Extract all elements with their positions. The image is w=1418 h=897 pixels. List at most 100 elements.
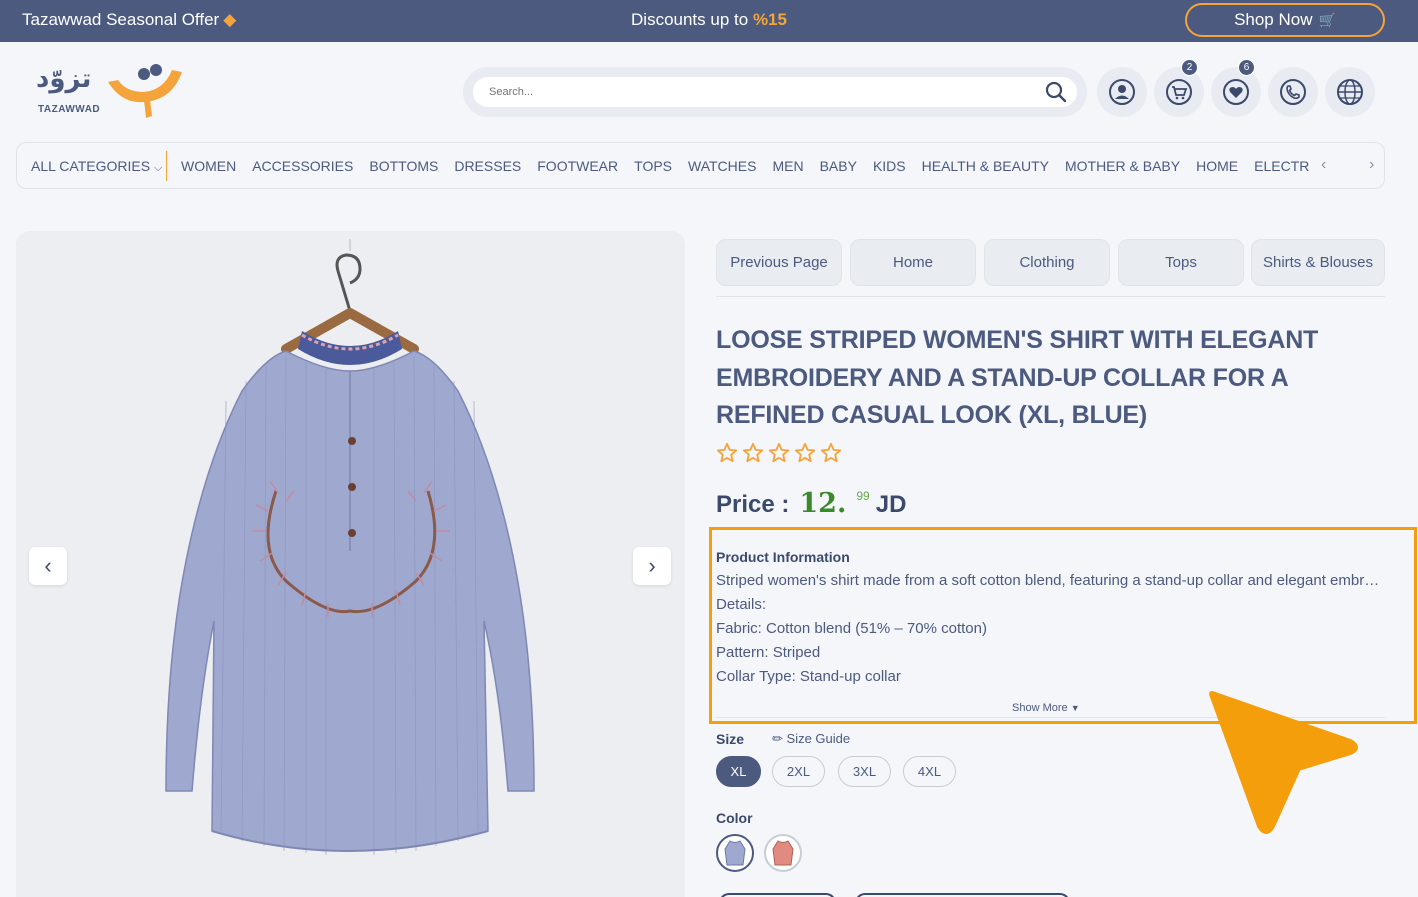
product-image-card <box>16 231 685 897</box>
cart-icon: 🛒 <box>1318 11 1336 28</box>
crumb-label: Tops <box>1165 254 1197 271</box>
color-label: Color <box>716 810 753 826</box>
chevron-down-icon: ⌵ <box>153 162 163 174</box>
category-item[interactable]: MEN <box>772 158 803 174</box>
offer-text: Tazawwad Seasonal Offer <box>22 10 220 29</box>
crumb-shirts-blouses[interactable]: Shirts & Blouses <box>1251 239 1385 286</box>
crumb-label: Clothing <box>1019 254 1075 271</box>
logo[interactable]: تزوّد TAZAWWAD <box>36 62 186 122</box>
info-line: Details: <box>716 596 767 613</box>
category-item[interactable]: BABY <box>820 158 857 174</box>
wishlist-count-badge: 6 <box>1238 59 1255 76</box>
star-icon[interactable] <box>768 442 790 464</box>
chevron-right-icon: › <box>648 553 656 578</box>
category-list: WOMEN ACCESSORIES BOTTOMS DRESSES FOOTWEAR TO… <box>181 158 1309 174</box>
category-divider <box>166 151 167 181</box>
ruler-icon: ✏ <box>772 731 783 746</box>
info-line: Pattern: Striped <box>716 644 821 661</box>
crumb-tops[interactable]: Tops <box>1118 239 1244 286</box>
category-item[interactable]: KIDS <box>873 158 906 174</box>
chevron-left-icon[interactable]: ‹ <box>1321 156 1326 174</box>
discount-value: %15 <box>752 10 787 29</box>
crumb-home[interactable]: Home <box>850 239 976 286</box>
divider <box>716 296 1385 297</box>
size-option-label: XL <box>730 764 747 779</box>
crumb-label: Shirts & Blouses <box>1262 254 1374 271</box>
search-icon[interactable] <box>1044 80 1068 104</box>
size-option-3xl[interactable]: 3XL <box>838 756 891 787</box>
all-categories-label: ALL CATEGORIES <box>31 158 151 174</box>
all-categories-dropdown[interactable]: ALL CATEGORIES ⌵ <box>31 158 162 175</box>
size-label: Size <box>716 731 745 747</box>
info-line: Fabric: Cotton blend (51% – 70% cotton) <box>716 620 987 637</box>
size-option-2xl[interactable]: 2XL <box>772 756 825 787</box>
pointer-cursor-icon <box>1209 691 1358 834</box>
size-guide-link[interactable]: ✏ Size Guide <box>772 731 850 747</box>
category-item[interactable]: TOPS <box>634 158 672 174</box>
product-info-title: Product Information <box>716 549 850 565</box>
product-image[interactable] <box>16 231 685 897</box>
category-item[interactable]: BOTTOMS <box>369 158 438 174</box>
user-icon <box>1109 79 1135 105</box>
shop-now-label: Shop Now <box>1234 10 1313 29</box>
size-option-label: 4XL <box>917 764 942 779</box>
contact-button[interactable] <box>1268 67 1318 117</box>
price-integer: 12. <box>799 488 847 519</box>
star-icon[interactable] <box>794 442 816 464</box>
crumb-clothing[interactable]: Clothing <box>984 239 1110 286</box>
promo-bar: Tazawwad Seasonal Offer ◆ Discounts up to… <box>0 0 1418 42</box>
color-swatch-blue[interactable] <box>716 834 754 872</box>
logo-arabic: تزوّد <box>36 64 92 94</box>
show-more-label: Show More <box>1012 702 1068 714</box>
category-item[interactable]: FOOTWEAR <box>537 158 618 174</box>
seasonal-offer[interactable]: Tazawwad Seasonal Offer ◆ <box>22 10 236 30</box>
price: Price : 12. 99 JD <box>716 488 906 519</box>
star-icon[interactable] <box>742 442 764 464</box>
price-decimal: 99 <box>856 489 870 503</box>
crumb-label: Previous Page <box>730 254 828 271</box>
category-item[interactable]: DRESSES <box>454 158 521 174</box>
tag-icon: ◆ <box>223 10 237 29</box>
account-button[interactable] <box>1097 67 1147 117</box>
blue-shirt-thumbnail <box>724 840 746 866</box>
category-item[interactable]: WATCHES <box>688 158 756 174</box>
quantity-control[interactable] <box>719 893 836 897</box>
category-item[interactable]: WOMEN <box>181 158 236 174</box>
category-item[interactable]: HOME <box>1196 158 1238 174</box>
heart-icon <box>1223 79 1249 105</box>
product-title: LOOSE STRIPED WOMEN'S SHIRT WITH ELEGANT… <box>716 326 1319 429</box>
globe-icon <box>1337 79 1363 105</box>
size-option-label: 3XL <box>852 764 877 779</box>
category-item[interactable]: ELECTRONICS <box>1254 158 1309 174</box>
red-shirt-thumbnail <box>772 840 794 866</box>
size-option-xl[interactable]: XL <box>716 756 761 787</box>
show-more-button[interactable]: Show More ▼ <box>1012 702 1080 714</box>
star-icon[interactable] <box>716 442 738 464</box>
phone-icon <box>1280 79 1306 105</box>
color-swatch-red[interactable] <box>764 834 802 872</box>
category-item[interactable]: HEALTH & BEAUTY <box>922 158 1049 174</box>
chevron-down-icon: ▼ <box>1070 703 1080 713</box>
category-nav: ALL CATEGORIES ⌵ WOMEN ACCESSORIES BOTTOMS… <box>16 142 1385 189</box>
star-icon[interactable] <box>820 442 842 464</box>
add-to-cart-button[interactable] <box>855 893 1070 897</box>
logo-english: TAZAWWAD <box>38 104 101 115</box>
rating-stars[interactable] <box>716 442 842 464</box>
crumb-previous-page[interactable]: Previous Page <box>716 239 842 286</box>
carousel-prev-button[interactable]: ‹ <box>29 547 67 585</box>
category-item[interactable]: MOTHER & BABY <box>1065 158 1180 174</box>
cart-count-badge: 2 <box>1181 59 1198 76</box>
cart-button[interactable]: 2 <box>1154 59 1204 117</box>
language-button[interactable] <box>1325 67 1375 117</box>
wishlist-button[interactable]: 6 <box>1211 59 1261 117</box>
category-item[interactable]: ACCESSORIES <box>252 158 353 174</box>
cart-icon <box>1166 79 1192 105</box>
carousel-next-button[interactable]: › <box>633 547 671 585</box>
size-option-label: 2XL <box>786 764 811 779</box>
shop-now-button[interactable]: Shop Now 🛒 <box>1185 3 1385 37</box>
chevron-left-icon: ‹ <box>44 553 52 578</box>
size-option-4xl[interactable]: 4XL <box>903 756 956 787</box>
search-input[interactable] <box>473 77 1077 107</box>
size-guide-label: Size Guide <box>786 731 851 746</box>
chevron-right-icon[interactable]: › <box>1369 156 1374 174</box>
